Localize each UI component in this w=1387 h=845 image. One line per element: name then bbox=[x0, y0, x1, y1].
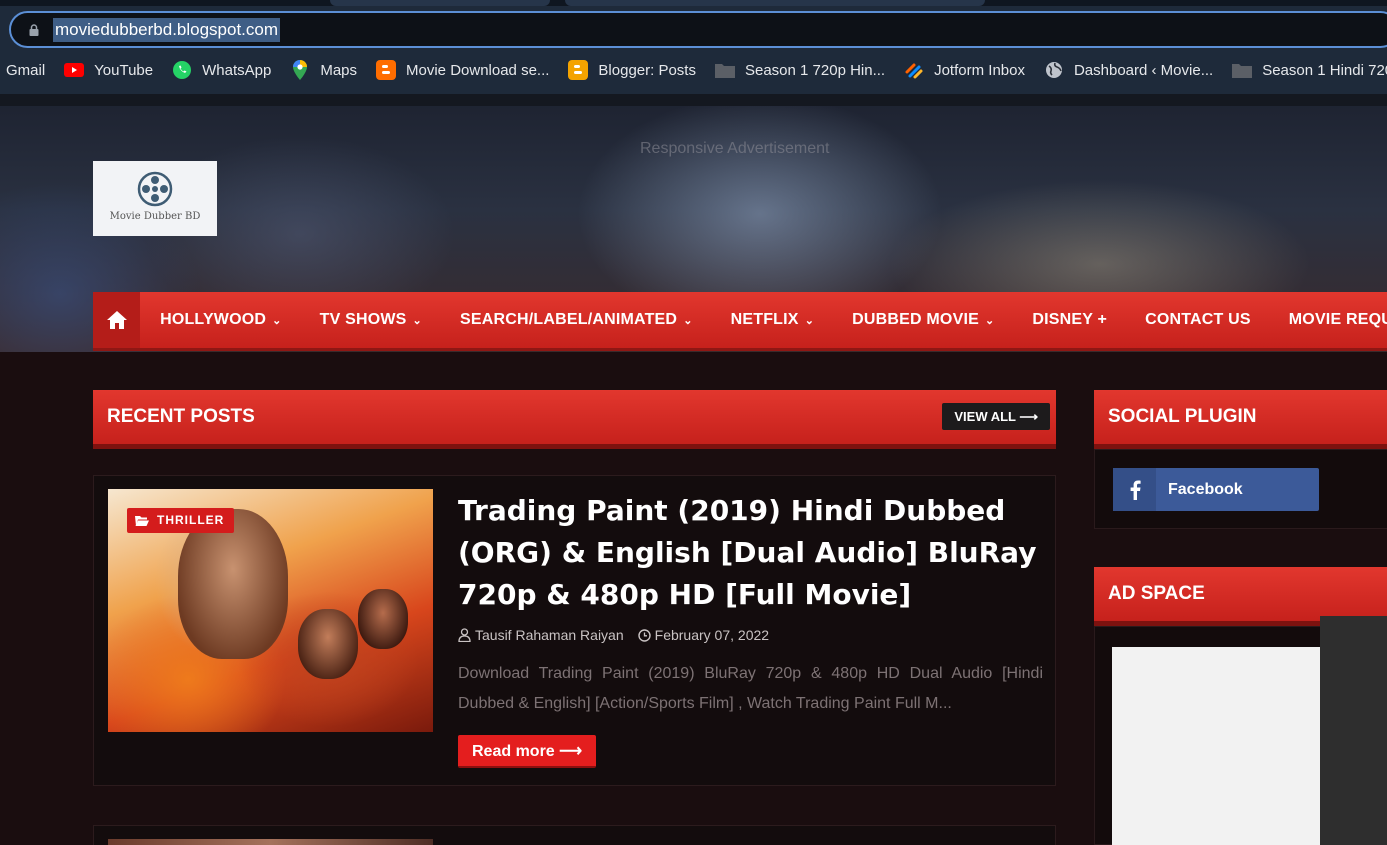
nav-item-tv-shows[interactable]: TV SHOWS ⌄ bbox=[320, 311, 422, 329]
post-excerpt: Download Trading Paint (2019) BluRay 720… bbox=[458, 665, 1043, 712]
section-title: RECENT POSTS bbox=[107, 406, 255, 427]
bookmark-youtube[interactable]: YouTube bbox=[64, 60, 153, 80]
section-title: AD SPACE bbox=[1108, 583, 1205, 604]
chevron-down-icon: ⌄ bbox=[804, 314, 815, 327]
nav-item-label: CONTACT US bbox=[1145, 311, 1251, 328]
ad-slot[interactable] bbox=[1112, 647, 1327, 845]
bookmark-blogger-posts[interactable]: Blogger: Posts bbox=[568, 60, 696, 80]
nav-item-label: DISNEY + bbox=[1032, 311, 1108, 328]
jotform-icon bbox=[904, 60, 924, 80]
nav-item-label: TV SHOWS bbox=[319, 311, 407, 328]
bookmark-dashboard[interactable]: Dashboard ‹ Movie... bbox=[1044, 60, 1213, 80]
poster-figure bbox=[298, 609, 358, 679]
folder-icon bbox=[714, 60, 735, 80]
nav-item-label: DUBBED MOVIE bbox=[852, 311, 979, 328]
post-meta: Tausif Rahaman Raiyan February 07, 2022 bbox=[458, 627, 769, 643]
user-icon bbox=[458, 628, 471, 642]
nav-item-dubbed-movie[interactable]: DUBBED MOVIE ⌄ bbox=[852, 311, 994, 329]
post-author: Tausif Rahaman Raiyan bbox=[458, 627, 624, 643]
nav-item-label: SEARCH/LABEL/ANIMATED bbox=[459, 311, 678, 328]
facebook-button[interactable]: Facebook bbox=[1113, 468, 1319, 511]
nav-item-hollywood[interactable]: HOLLYWOOD ⌄ bbox=[160, 311, 282, 329]
globe-icon bbox=[1044, 60, 1064, 80]
url-text[interactable]: moviedubberbd.blogspot.com bbox=[53, 18, 281, 42]
site-logo[interactable]: Movie Dubber BD bbox=[93, 161, 217, 236]
overlay-panel bbox=[1320, 616, 1387, 845]
nav-item-label: MOVIE REQU bbox=[1288, 311, 1387, 328]
date-text: February 07, 2022 bbox=[654, 627, 770, 643]
post-title[interactable]: Trading Paint (2019) Hindi Dubbed (ORG) … bbox=[458, 490, 1038, 616]
browser-tab[interactable] bbox=[330, 0, 550, 6]
tab-strip bbox=[0, 0, 1387, 6]
author-name: Tausif Rahaman Raiyan bbox=[475, 627, 624, 643]
post-card: THRILLER Trading Paint (2019) Hindi Dubb… bbox=[93, 475, 1056, 786]
post-thumbnail[interactable]: THRILLER bbox=[108, 489, 433, 732]
post-date: February 07, 2022 bbox=[637, 627, 770, 643]
bookmarks-bar: Gmail YouTube WhatsApp Maps Movie Downlo… bbox=[0, 56, 1387, 84]
bookmark-label: Gmail bbox=[6, 61, 46, 79]
lock-icon[interactable] bbox=[28, 24, 40, 36]
category-label: THRILLER bbox=[157, 513, 225, 527]
social-plugin-header: SOCIAL PLUGIN bbox=[1094, 390, 1387, 449]
nav-item-label: HOLLYWOOD bbox=[160, 311, 267, 328]
home-icon bbox=[106, 311, 127, 329]
logo-text: Movie Dubber BD bbox=[109, 211, 201, 222]
bookmark-whatsapp[interactable]: WhatsApp bbox=[172, 60, 271, 80]
nav-item-search-label-animated[interactable]: SEARCH/LABEL/ANIMATED ⌄ bbox=[460, 311, 693, 329]
whatsapp-icon bbox=[172, 60, 192, 80]
recent-posts-header: RECENT POSTS VIEW ALL ⟶ bbox=[93, 390, 1056, 449]
social-plugin-body: Facebook bbox=[1094, 449, 1387, 529]
youtube-icon bbox=[64, 60, 85, 80]
category-badge[interactable]: THRILLER bbox=[127, 508, 235, 533]
maps-icon bbox=[290, 60, 310, 80]
bookmark-label: Jotform Inbox bbox=[934, 61, 1025, 79]
main-nav: HOLLYWOOD ⌄ TV SHOWS ⌄ SEARCH/LABEL/ANIM… bbox=[93, 292, 1387, 351]
bookmark-jotform[interactable]: Jotform Inbox bbox=[904, 60, 1025, 80]
bookmark-label: Dashboard ‹ Movie... bbox=[1073, 61, 1214, 79]
post-thumbnail[interactable] bbox=[108, 839, 433, 845]
bookmark-gmail[interactable]: Gmail bbox=[6, 62, 45, 79]
view-all-button[interactable]: VIEW ALL ⟶ bbox=[942, 403, 1050, 430]
facebook-icon bbox=[1113, 468, 1156, 511]
facebook-label: Facebook bbox=[1168, 480, 1243, 498]
clock-icon bbox=[637, 628, 651, 642]
film-reel-icon bbox=[137, 171, 173, 207]
read-more-button[interactable]: Read more ⟶ bbox=[458, 735, 597, 768]
blogger-icon bbox=[568, 60, 589, 80]
nav-item-movie-request[interactable]: MOVIE REQU bbox=[1289, 311, 1387, 329]
bookmark-label: Movie Download se... bbox=[406, 61, 550, 79]
bookmark-label: Blogger: Posts bbox=[598, 61, 696, 79]
chevron-down-icon: ⌄ bbox=[412, 314, 422, 327]
chevron-down-icon: ⌄ bbox=[272, 314, 282, 327]
folder-icon bbox=[1232, 60, 1253, 80]
header-top-strip bbox=[0, 94, 1387, 106]
bookmark-label: Season 1 Hindi 720 bbox=[1262, 61, 1387, 79]
chevron-down-icon: ⌄ bbox=[683, 314, 693, 327]
section-title: SOCIAL PLUGIN bbox=[1108, 406, 1257, 427]
bookmark-movie-download[interactable]: Movie Download se... bbox=[376, 60, 549, 80]
bookmark-season-1-hindi[interactable]: Season 1 Hindi 720 bbox=[1232, 60, 1387, 80]
poster-figure bbox=[358, 589, 408, 649]
bookmark-label: YouTube bbox=[94, 61, 154, 79]
blogger-icon bbox=[376, 60, 397, 80]
bookmark-label: WhatsApp bbox=[202, 61, 272, 79]
nav-item-label: NETFLIX bbox=[730, 311, 799, 328]
nav-item-netflix[interactable]: NETFLIX ⌄ bbox=[731, 311, 815, 329]
bookmark-season-1[interactable]: Season 1 720p Hin... bbox=[714, 60, 886, 80]
chevron-down-icon: ⌄ bbox=[984, 314, 995, 327]
post-card bbox=[93, 825, 1056, 845]
folder-open-icon bbox=[135, 515, 149, 526]
nav-item-disney[interactable]: DISNEY + bbox=[1032, 311, 1107, 329]
bookmark-label: Maps bbox=[320, 61, 358, 79]
nav-home-button[interactable] bbox=[93, 292, 141, 348]
ad-placeholder-label: Responsive Advertisement bbox=[640, 140, 830, 157]
address-bar[interactable]: moviedubberbd.blogspot.com bbox=[9, 11, 1387, 48]
nav-item-contact-us[interactable]: CONTACT US bbox=[1145, 311, 1251, 329]
bookmark-maps[interactable]: Maps bbox=[290, 60, 357, 80]
bookmark-label: Season 1 720p Hin... bbox=[744, 61, 886, 79]
browser-tab[interactable] bbox=[565, 0, 985, 6]
